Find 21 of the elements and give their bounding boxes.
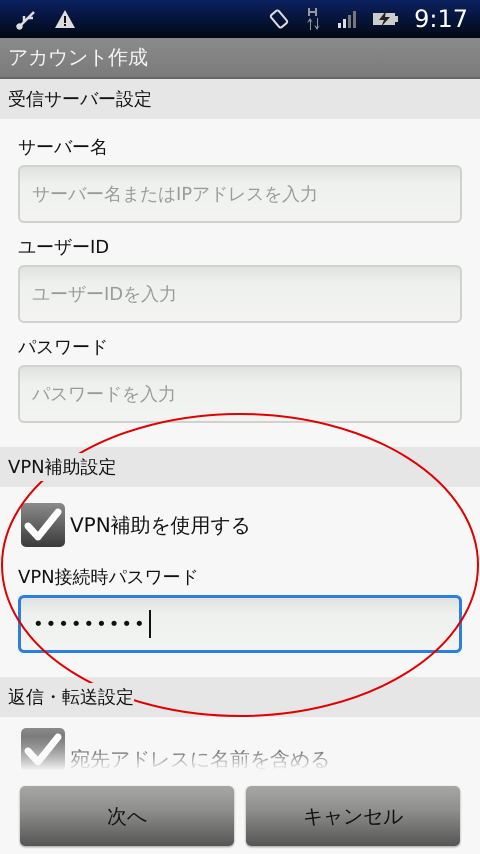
text-cursor <box>148 610 151 638</box>
password-field[interactable]: ••••••••• <box>18 595 462 653</box>
rotation-icon <box>268 8 290 30</box>
field-label: パスワード <box>18 336 109 359</box>
warning-icon <box>54 9 76 29</box>
input-field[interactable]: サーバー名またはIPアドレスを入力 <box>18 165 462 223</box>
field-label: ユーザーID <box>18 236 110 259</box>
dialog-button[interactable]: キャンセル <box>246 786 460 846</box>
field-label: VPN接続時パスワード <box>18 566 200 589</box>
usb-icon <box>16 8 38 30</box>
checkbox-label[interactable]: VPN補助を使用する <box>70 512 251 538</box>
checkbox[interactable] <box>20 502 66 548</box>
battery-charging-icon <box>372 11 398 27</box>
field-label: サーバー名 <box>18 136 109 159</box>
dialog-button[interactable]: 次へ <box>20 786 234 846</box>
window-title: アカウント作成 <box>8 44 148 71</box>
signal-icon <box>338 10 356 28</box>
input-field[interactable]: ユーザーIDを入力 <box>18 265 462 323</box>
clock: 9:17 <box>414 5 468 33</box>
section-header: VPN補助設定 <box>8 453 117 481</box>
input-field[interactable]: パスワードを入力 <box>18 365 462 423</box>
